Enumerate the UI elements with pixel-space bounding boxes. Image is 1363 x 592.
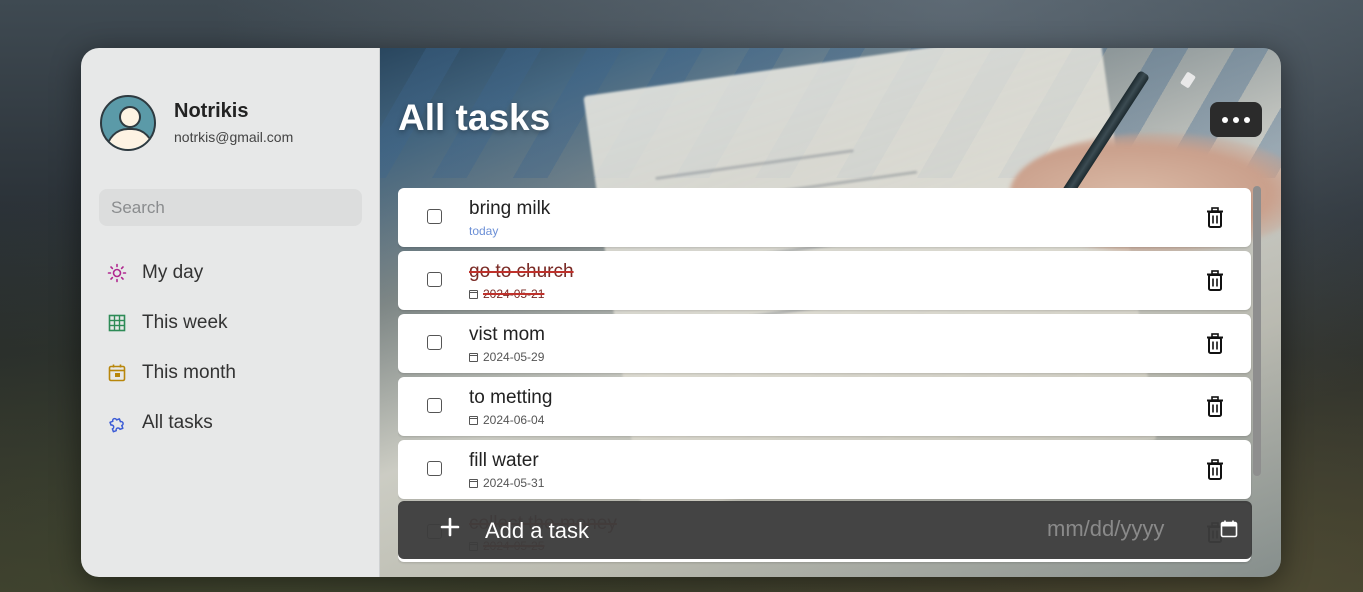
task-due-date-text: 2024-06-04 xyxy=(483,413,545,427)
calendar-small-icon xyxy=(469,415,478,425)
user-email: notrkis@gmail.com xyxy=(174,129,294,145)
calendar-small-icon xyxy=(469,352,478,362)
avatar xyxy=(100,95,156,151)
avatar-body-shape xyxy=(106,128,154,149)
task-item[interactable]: to metting 2024-06-04 xyxy=(398,377,1251,436)
task-title: fill water xyxy=(469,450,539,471)
task-due-date: 2024-05-31 xyxy=(469,476,544,490)
sidebar-item-label: My day xyxy=(142,262,204,283)
task-list-scrollbar[interactable] xyxy=(1253,186,1261,476)
more-dot-icon xyxy=(1222,116,1228,123)
task-title: go to church xyxy=(469,261,574,282)
task-item[interactable]: fill water 2024-05-31 xyxy=(398,440,1251,499)
task-title: to metting xyxy=(469,387,553,408)
trash-icon[interactable] xyxy=(1206,396,1224,417)
task-item[interactable]: go to church 2024-05-21 xyxy=(398,251,1251,310)
task-checkbox[interactable] xyxy=(427,272,442,287)
task-checkbox[interactable] xyxy=(427,209,442,224)
trash-icon[interactable] xyxy=(1206,459,1224,480)
calendar-picker-icon[interactable] xyxy=(1220,520,1238,538)
calendar-small-icon xyxy=(469,478,478,488)
task-due-date: 2024-06-04 xyxy=(469,413,544,427)
sidebar-item-label: This week xyxy=(142,312,228,333)
avatar-head-shape xyxy=(119,106,141,128)
task-due-date-text: 2024-05-29 xyxy=(483,350,545,364)
task-due-date-text: 2024-05-21 xyxy=(483,287,545,301)
task-due-date: 2024-05-29 xyxy=(469,350,544,364)
calendar-small-icon xyxy=(469,289,478,299)
sidebar-nav: My day This week This month All tasks xyxy=(107,248,367,448)
sidebar-item-all-tasks[interactable]: All tasks xyxy=(107,398,367,448)
sun-icon xyxy=(107,263,127,283)
more-options-button[interactable] xyxy=(1210,102,1262,137)
trash-icon[interactable] xyxy=(1206,207,1224,228)
add-task-input[interactable] xyxy=(483,511,1007,551)
trash-icon[interactable] xyxy=(1206,270,1224,291)
sidebar-item-this-week[interactable]: This week xyxy=(107,298,367,348)
due-date-input[interactable]: mm/dd/yyyy xyxy=(1047,516,1164,542)
task-checkbox[interactable] xyxy=(427,461,442,476)
more-dot-icon xyxy=(1244,116,1250,123)
task-checkbox[interactable] xyxy=(427,398,442,413)
main-panel: All tasks bring milk today go to church 202… xyxy=(380,48,1281,577)
grid-icon xyxy=(108,314,126,332)
calendar-icon xyxy=(108,364,126,382)
sidebar: Notrikis notrkis@gmail.com My day xyxy=(81,48,380,577)
page-title: All tasks xyxy=(398,97,551,138)
more-dot-icon xyxy=(1233,116,1239,123)
task-checkbox[interactable] xyxy=(427,335,442,350)
task-due-date-text: today xyxy=(469,224,499,238)
trash-icon[interactable] xyxy=(1206,333,1224,354)
task-title: bring milk xyxy=(469,198,551,219)
task-due-date: 2024-05-21 xyxy=(469,287,544,301)
task-due-date-text: 2024-05-31 xyxy=(483,476,545,490)
app-window: Notrikis notrkis@gmail.com My day xyxy=(81,48,1281,577)
sidebar-item-my-day[interactable]: My day xyxy=(107,248,367,298)
add-task-bar: mm/dd/yyyy xyxy=(398,501,1252,559)
task-item[interactable]: vist mom 2024-05-29 xyxy=(398,314,1251,373)
sidebar-item-label: All tasks xyxy=(142,412,213,433)
sidebar-item-label: This month xyxy=(142,362,236,383)
plus-icon[interactable] xyxy=(436,513,464,541)
puzzle-icon xyxy=(109,417,124,433)
task-title: vist mom xyxy=(469,324,545,345)
sidebar-item-this-month[interactable]: This month xyxy=(107,348,367,398)
task-item[interactable]: bring milk today xyxy=(398,188,1251,247)
user-name: Notrikis xyxy=(174,100,249,122)
task-due-date: today xyxy=(469,224,498,238)
search-input[interactable] xyxy=(99,189,362,226)
